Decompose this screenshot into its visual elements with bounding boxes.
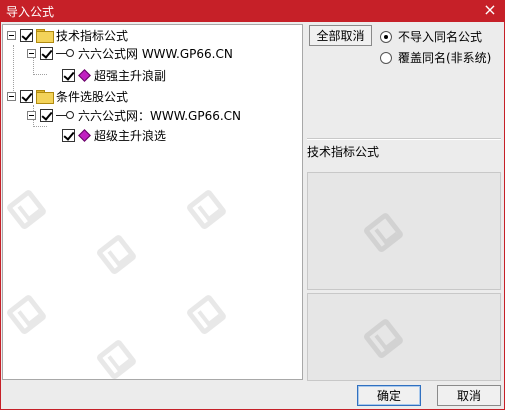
watermark-logo — [90, 207, 177, 294]
watermark-logo — [180, 267, 267, 354]
collapse-icon[interactable] — [27, 48, 36, 58]
collapse-icon[interactable] — [27, 110, 36, 120]
formula-preview-panel[interactable] — [307, 172, 501, 290]
ok-button[interactable]: 确定 — [357, 385, 421, 406]
cancel-all-button[interactable]: 全部取消 — [309, 25, 372, 46]
window-title: 导入公式 — [6, 5, 55, 19]
radio-skip-duplicates[interactable]: 不导入同名公式 — [380, 28, 482, 45]
watermark-logo — [357, 185, 444, 272]
tree-site-node[interactable]: 六六公式网：WWW.GP66.CN — [27, 106, 241, 124]
divider — [307, 138, 501, 140]
watermark-logo — [3, 162, 88, 249]
group-checkbox[interactable] — [20, 28, 33, 42]
watermark-logo-icon — [5, 188, 48, 231]
tree-connector — [33, 74, 47, 75]
tree-site-label: 六六公式网 WWW.GP66.CN — [78, 46, 233, 61]
close-icon[interactable]: × — [481, 1, 499, 19]
key-icon — [56, 110, 74, 120]
tree-group-label: 技术指标公式 — [56, 28, 129, 43]
formula-checkbox[interactable] — [62, 128, 75, 142]
tree-formula-item[interactable]: 超强主升浪副 — [62, 66, 166, 84]
watermark-logo-icon — [5, 293, 48, 336]
watermark-logo-icon — [95, 233, 138, 276]
formula-checkbox[interactable] — [62, 68, 75, 82]
watermark-logo — [3, 267, 88, 354]
tree-group-indicator[interactable]: 技术指标公式 — [7, 26, 128, 44]
site-checkbox[interactable] — [40, 46, 53, 60]
tree-site-label: 六六公式网：WWW.GP66.CN — [78, 108, 242, 123]
title-bar: 导入公式 × — [0, 0, 505, 22]
tree-group-label: 条件选股公式 — [56, 89, 129, 104]
watermark-logo-icon — [95, 338, 138, 379]
tree-formula-label: 超级主升浪选 — [94, 128, 167, 143]
watermark-logo-icon — [185, 188, 228, 231]
watermark-logo — [357, 294, 444, 379]
formula-description-panel[interactable] — [307, 293, 501, 381]
key-icon — [56, 48, 74, 58]
radio-selected-icon[interactable] — [380, 30, 392, 43]
collapse-icon[interactable] — [7, 30, 16, 40]
site-checkbox[interactable] — [40, 108, 53, 122]
watermark-logo-icon — [362, 317, 405, 360]
watermark-logo-icon — [185, 293, 228, 336]
radio-overwrite-duplicates[interactable]: 覆盖同名(非系统) — [380, 49, 491, 66]
cancel-button[interactable]: 取消 — [437, 385, 501, 406]
formula-icon — [78, 69, 90, 81]
formula-tree[interactable]: 技术指标公式 六六公式网 WWW.GP66.CN 超强主升浪副 条件选股公式 六… — [2, 24, 303, 380]
tree-connector — [33, 126, 47, 127]
tree-formula-label: 超强主升浪副 — [94, 68, 167, 83]
watermark-logo — [90, 312, 177, 379]
folder-icon — [36, 29, 54, 43]
watermark-logo-icon — [362, 211, 405, 254]
details-section-label: 技术指标公式 — [307, 145, 380, 159]
radio-label: 不导入同名公式 — [398, 30, 483, 44]
tree-formula-item[interactable]: 超级主升浪选 — [62, 126, 166, 144]
collapse-icon[interactable] — [7, 91, 16, 101]
formula-icon — [78, 129, 90, 141]
watermark-logo — [180, 162, 267, 249]
radio-label: 覆盖同名(非系统) — [398, 51, 492, 65]
tree-site-node[interactable]: 六六公式网 WWW.GP66.CN — [27, 44, 233, 62]
folder-icon — [36, 90, 54, 104]
group-checkbox[interactable] — [20, 89, 33, 103]
tree-group-selection[interactable]: 条件选股公式 — [7, 87, 128, 105]
radio-unselected-icon[interactable] — [380, 51, 392, 64]
